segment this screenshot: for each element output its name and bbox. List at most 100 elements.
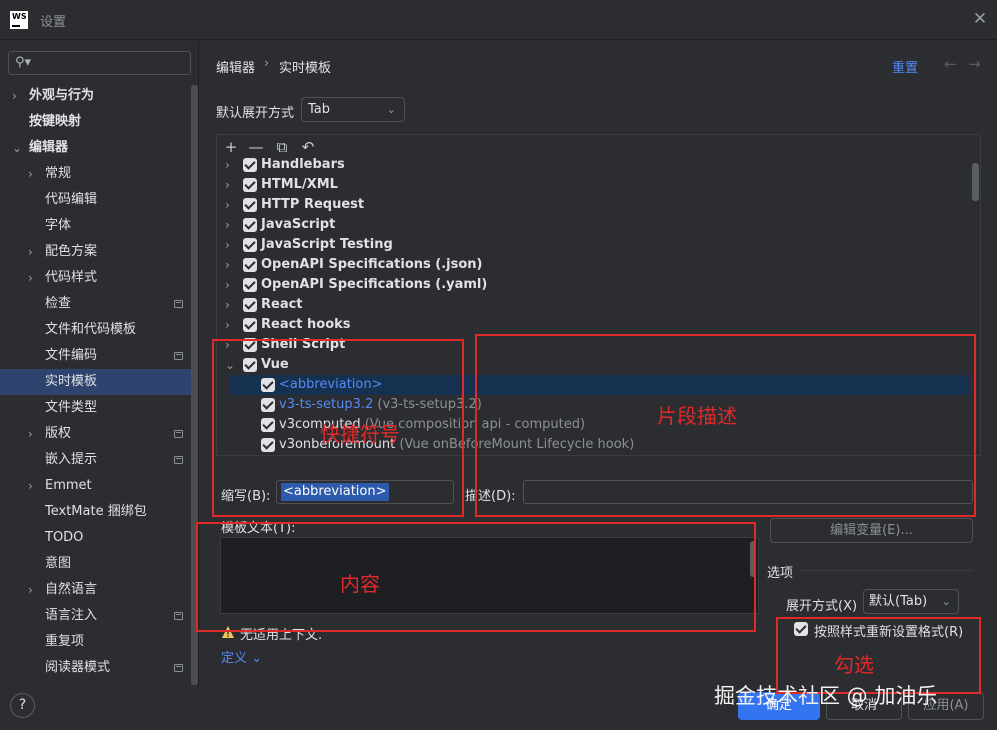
sidebar-item[interactable]: 嵌入提示	[0, 447, 191, 473]
sidebar-item[interactable]: › 外观与行为	[0, 83, 191, 109]
title-bar: WS 设置 ✕	[0, 0, 997, 40]
project-scope-icon	[174, 430, 183, 438]
breadcrumb-live-templates: 实时模板	[279, 61, 332, 76]
forward-arrow-icon[interactable]: →	[968, 55, 981, 73]
template-group-row[interactable]: › OpenAPI Specifications (.yaml)	[217, 275, 977, 295]
template-group-row[interactable]: › Handlebars	[217, 155, 977, 175]
breadcrumb-editor[interactable]: 编辑器	[216, 57, 255, 76]
sidebar-item[interactable]: 文件编码	[0, 343, 191, 369]
sidebar-item-label: 按键映射	[29, 114, 82, 129]
sidebar-item[interactable]: 语言注入	[0, 603, 191, 629]
search-icon: ⚲▾	[15, 55, 32, 70]
settings-search-input[interactable]: ⚲▾	[8, 51, 191, 75]
group-checkbox[interactable]	[243, 238, 257, 252]
copy-icon[interactable]: ⧉	[273, 138, 291, 156]
sidebar-item[interactable]: 重复项	[0, 629, 191, 655]
chevron-right-icon[interactable]: ›	[12, 83, 24, 109]
template-group-name: JavaScript	[261, 217, 336, 232]
chevron-right-icon[interactable]: ›	[225, 315, 237, 335]
group-checkbox[interactable]	[243, 318, 257, 332]
template-group-name: JavaScript Testing	[261, 237, 393, 252]
group-checkbox[interactable]	[243, 178, 257, 192]
sidebar-item[interactable]: › Emmet	[0, 473, 191, 499]
annotation-label-shortcut: 快捷符号	[320, 422, 400, 446]
sidebar-item[interactable]: 阅读器模式	[0, 655, 191, 681]
sidebar-item[interactable]: 实时模板	[0, 369, 191, 395]
sidebar-item[interactable]: 代码编辑	[0, 187, 191, 213]
chevron-down-icon: ⌄	[941, 595, 951, 608]
settings-sidebar: ⚲▾ › 外观与行为 按键映射 ⌄ 编辑器 › 常规 代码编辑 字体 › 配色方案 › 代码样式 检查 文件…	[0, 41, 199, 686]
group-checkbox[interactable]	[243, 258, 257, 272]
chevron-right-icon[interactable]: ›	[225, 275, 237, 295]
group-checkbox[interactable]	[243, 298, 257, 312]
chevron-right-icon[interactable]: ›	[225, 255, 237, 275]
template-group-row[interactable]: › HTML/XML	[217, 175, 977, 195]
template-group-row[interactable]: › React hooks	[217, 315, 977, 335]
chevron-down-icon[interactable]: ⌄	[12, 135, 24, 161]
sidebar-item-label: 文件类型	[45, 400, 98, 415]
chevron-right-icon[interactable]: ›	[225, 155, 237, 175]
group-checkbox[interactable]	[243, 158, 257, 172]
template-group-row[interactable]: › HTTP Request	[217, 195, 977, 215]
sidebar-item[interactable]: 文件和代码模板	[0, 317, 191, 343]
sidebar-item[interactable]: 意图	[0, 551, 191, 577]
chevron-right-icon[interactable]: ›	[28, 265, 40, 291]
template-group-name: React hooks	[261, 317, 351, 332]
sidebar-item[interactable]: 字体	[0, 213, 191, 239]
chevron-right-icon[interactable]: ›	[225, 175, 237, 195]
sidebar-item-label: 检查	[45, 296, 72, 311]
expand-with-value: 默认(Tab)	[869, 594, 928, 609]
sidebar-item[interactable]: › 代码样式	[0, 265, 191, 291]
template-group-row[interactable]: › JavaScript Testing	[217, 235, 977, 255]
edit-variables-button[interactable]: 编辑变量(E)...	[770, 518, 973, 543]
chevron-right-icon[interactable]: ›	[225, 295, 237, 315]
sidebar-item[interactable]: TextMate 捆绑包	[0, 499, 191, 525]
chevron-right-icon[interactable]: ›	[28, 161, 40, 187]
project-scope-icon	[174, 300, 183, 308]
chevron-right-icon[interactable]: ›	[28, 421, 40, 447]
chevron-right-icon[interactable]: ›	[225, 195, 237, 215]
annotation-box-content	[196, 522, 756, 632]
sidebar-item[interactable]: › 常规	[0, 161, 191, 187]
chevron-right-icon[interactable]: ›	[28, 577, 40, 603]
sidebar-item[interactable]: › 配色方案	[0, 239, 191, 265]
sidebar-item-label: 文件和代码模板	[45, 322, 137, 337]
chevron-right-icon[interactable]: ›	[225, 235, 237, 255]
sidebar-item[interactable]: 文件类型	[0, 395, 191, 421]
chevron-right-icon[interactable]: ›	[28, 239, 40, 265]
define-context-link[interactable]: 定义 ⌄	[221, 647, 262, 666]
sidebar-item-label: 版权	[45, 426, 72, 441]
project-scope-icon	[174, 612, 183, 620]
breadcrumb-separator-icon: ›	[264, 56, 270, 71]
sidebar-item[interactable]: 按键映射	[0, 109, 191, 135]
sidebar-item-label: 配色方案	[45, 244, 98, 259]
template-group-row[interactable]: › React	[217, 295, 977, 315]
chevron-right-icon[interactable]: ›	[225, 215, 237, 235]
restore-icon[interactable]: ↶	[299, 138, 317, 156]
remove-icon[interactable]: —	[247, 138, 265, 156]
group-checkbox[interactable]	[243, 278, 257, 292]
back-arrow-icon[interactable]: ←	[944, 55, 957, 73]
sidebar-item[interactable]: ⌄ 编辑器	[0, 135, 191, 161]
sidebar-item[interactable]: TODO	[0, 525, 191, 551]
sidebar-item-label: Emmet	[45, 478, 92, 493]
project-scope-icon	[174, 456, 183, 464]
template-group-row[interactable]: › OpenAPI Specifications (.json)	[217, 255, 977, 275]
sidebar-item[interactable]: › 自然语言	[0, 577, 191, 603]
chevron-right-icon[interactable]: ›	[28, 473, 40, 499]
define-link-label: 定义	[221, 651, 248, 666]
sidebar-item[interactable]: › 版权	[0, 421, 191, 447]
sidebar-item[interactable]: 检查	[0, 291, 191, 317]
template-group-row[interactable]: › JavaScript	[217, 215, 977, 235]
sidebar-item-label: 代码编辑	[45, 192, 98, 207]
help-button[interactable]: ?	[10, 693, 35, 718]
default-expand-label: 默认展开方式	[216, 106, 295, 121]
default-expand-select[interactable]: Tab ⌄	[301, 97, 405, 122]
group-checkbox[interactable]	[243, 198, 257, 212]
group-checkbox[interactable]	[243, 218, 257, 232]
expand-with-select[interactable]: 默认(Tab) ⌄	[863, 589, 959, 614]
reset-link[interactable]: 重置	[892, 57, 918, 76]
close-icon[interactable]: ✕	[970, 9, 990, 29]
tree-scrollbar[interactable]	[972, 163, 979, 201]
add-icon[interactable]: +	[222, 138, 240, 156]
